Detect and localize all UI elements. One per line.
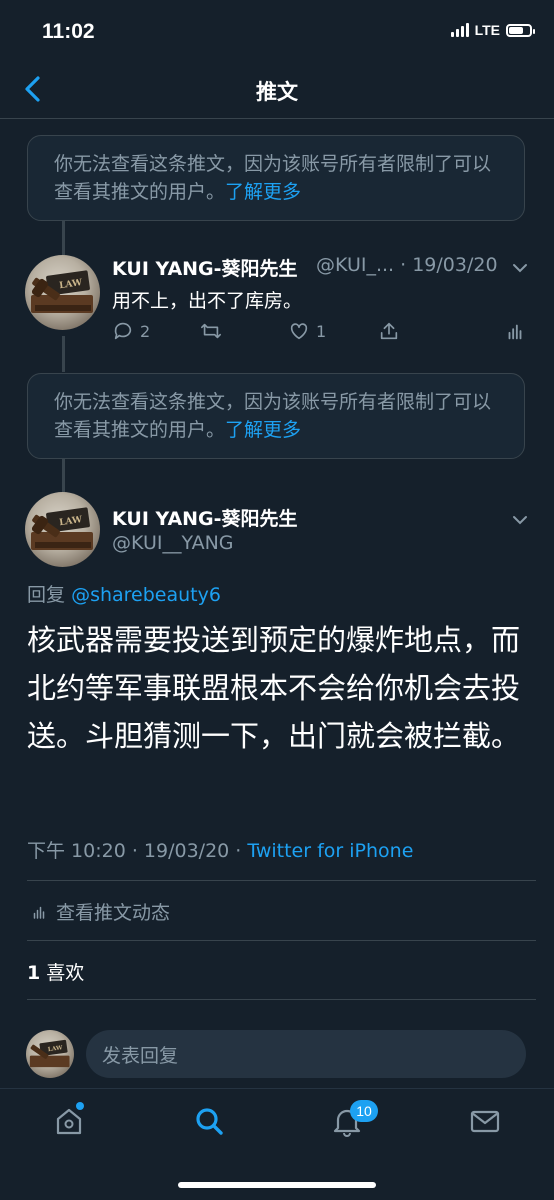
restricted-tweet-notice: 你无法查看这条推文，因为该账号所有者限制了可以查看其推文的用户。了解更多 xyxy=(27,373,525,459)
divider xyxy=(27,880,536,881)
retweet-icon xyxy=(201,323,221,339)
likes-summary[interactable]: 1 喜欢 xyxy=(27,958,84,985)
nav-divider xyxy=(0,118,554,119)
tweet-source-link[interactable]: Twitter for iPhone xyxy=(247,840,413,862)
main-tweet-text: 核武器需要投送到预定的爆炸地点，而北约等军事联盟根本不会给你机会去投送。斗胆猜测… xyxy=(27,623,521,753)
signal-icon xyxy=(450,23,469,37)
avatar[interactable]: LAW xyxy=(25,255,100,330)
status-time: 11:02 xyxy=(42,20,95,43)
divider xyxy=(27,999,536,1000)
reply-count: 2 xyxy=(140,321,151,341)
retweet-action[interactable] xyxy=(200,320,222,342)
reply-action[interactable]: 2 xyxy=(112,320,150,342)
activity-label: 查看推文动态 xyxy=(56,902,171,924)
thread-line xyxy=(62,459,65,493)
tweet-menu-button[interactable] xyxy=(510,258,530,278)
reply-prefix: 回复 xyxy=(27,584,66,606)
comment-icon xyxy=(114,322,132,340)
main-author-handle: @KUI__YANG xyxy=(112,532,234,554)
tweet-menu-button[interactable] xyxy=(510,510,530,530)
share-action[interactable] xyxy=(378,320,400,342)
likes-count: 1 xyxy=(27,962,41,984)
chevron-down-icon xyxy=(513,516,527,525)
home-indicator xyxy=(178,1182,376,1188)
replying-to: 回复 @sharebeauty6 xyxy=(27,580,221,607)
divider xyxy=(27,940,536,941)
battery-icon xyxy=(506,23,535,37)
heart-icon xyxy=(290,323,308,340)
analytics-icon xyxy=(33,906,45,919)
mail-icon xyxy=(470,1110,500,1133)
notification-badge: 10 xyxy=(350,1100,378,1122)
tab-messages[interactable] xyxy=(468,1104,502,1138)
tweet-time: 下午 10:20 · 19/03/20 · xyxy=(27,840,248,862)
likes-label: 喜欢 xyxy=(46,962,85,984)
composer-avatar: LAW xyxy=(26,1030,74,1078)
reply-handle-date: @KUI_... · 19/03/20 xyxy=(316,254,498,276)
learn-more-link[interactable]: 了解更多 xyxy=(225,181,301,203)
analytics-action[interactable] xyxy=(504,320,526,342)
view-tweet-activity[interactable]: 查看推文动态 xyxy=(30,898,170,925)
tweet-timestamp: 下午 10:20 · 19/03/20 · Twitter for iPhone xyxy=(27,836,413,863)
status-indicators: LTE xyxy=(450,22,535,38)
page-title: 推文 xyxy=(256,80,298,104)
search-icon xyxy=(196,1108,223,1135)
avatar[interactable]: LAW xyxy=(25,492,100,567)
thread-line xyxy=(62,336,65,372)
new-content-dot xyxy=(76,1102,84,1110)
reply-author-name[interactable]: KUI YANG-葵阳先生 xyxy=(112,254,298,281)
law-gavel-icon: LAW xyxy=(31,507,93,550)
chevron-down-icon xyxy=(513,264,527,273)
analytics-icon xyxy=(508,324,522,340)
law-gavel-icon: LAW xyxy=(29,1039,70,1068)
share-icon xyxy=(380,322,398,340)
like-count: 1 xyxy=(316,321,327,341)
law-gavel-icon: LAW xyxy=(31,270,93,313)
main-author-name[interactable]: KUI YANG-葵阳先生 xyxy=(112,504,298,531)
restricted-tweet-notice: 你无法查看这条推文，因为该账号所有者限制了可以查看其推文的用户。了解更多 xyxy=(27,135,525,221)
reply-input[interactable]: 发表回复 xyxy=(86,1030,526,1078)
mention-link[interactable]: @sharebeauty6 xyxy=(71,584,221,606)
network-label: LTE xyxy=(474,22,500,38)
learn-more-link[interactable]: 了解更多 xyxy=(225,419,301,441)
like-action[interactable]: 1 xyxy=(288,320,326,342)
reply-tweet-text: 用不上，出不了库房。 xyxy=(112,290,303,312)
thread-line xyxy=(62,221,65,257)
tabbar-divider xyxy=(0,1088,554,1089)
tab-search[interactable] xyxy=(192,1104,226,1138)
